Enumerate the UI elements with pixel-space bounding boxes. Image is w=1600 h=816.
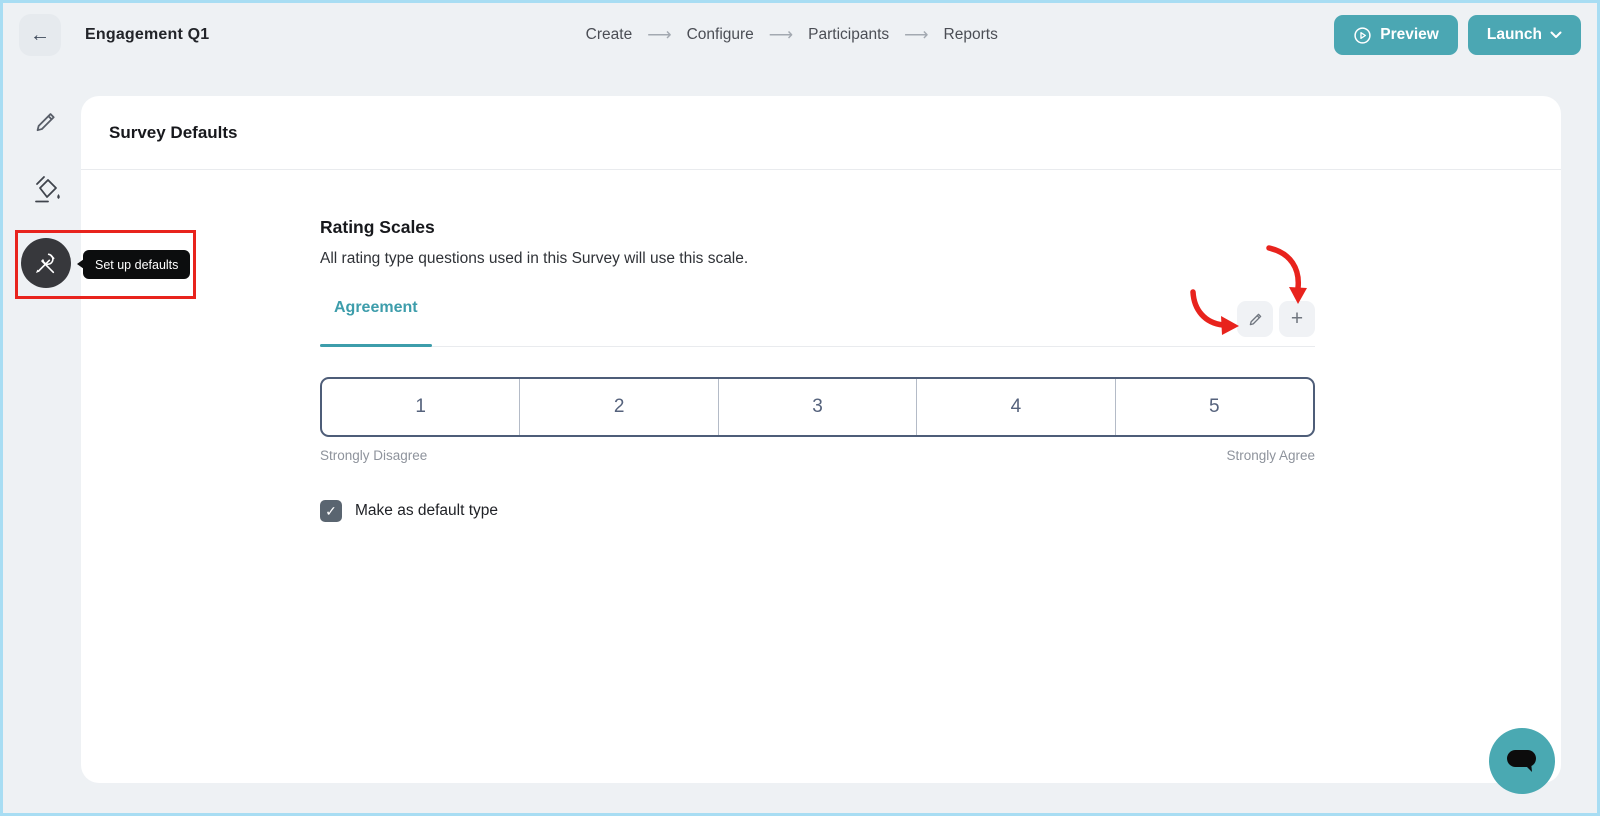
- scale-cell: 1: [322, 379, 520, 435]
- sidebar-item-theme[interactable]: [29, 172, 63, 206]
- stepper: Create ⟶ Configure ⟶ Participants ⟶ Repo…: [586, 3, 998, 67]
- edit-pencil-icon: [1246, 310, 1265, 329]
- tab-agreement-label: Agreement: [334, 299, 418, 316]
- rating-scales-title: Rating Scales: [320, 217, 1315, 238]
- scale-max-label: Strongly Agree: [1226, 448, 1315, 463]
- active-tab-underline: [320, 344, 432, 347]
- scale-cell: 4: [917, 379, 1115, 435]
- default-type-checkbox[interactable]: ✓ Make as default type: [320, 500, 1315, 522]
- step-configure[interactable]: Configure: [687, 26, 754, 44]
- checkbox-box[interactable]: ✓: [320, 500, 342, 522]
- back-button[interactable]: ←: [19, 14, 61, 56]
- rating-scales-section: Rating Scales All rating type questions …: [81, 170, 1315, 522]
- add-scale-button[interactable]: +: [1279, 301, 1315, 337]
- scale-actions: +: [1237, 301, 1315, 337]
- page-title: Engagement Q1: [85, 26, 209, 44]
- scale-min-label: Strongly Disagree: [320, 448, 427, 463]
- plus-icon: +: [1291, 307, 1303, 331]
- card-header: Survey Defaults: [81, 96, 1561, 170]
- rating-scale: 1 2 3 4 5: [320, 377, 1315, 437]
- fill-color-icon: [29, 172, 63, 206]
- scale-tabs: Agreement +: [320, 295, 1315, 347]
- step-reports[interactable]: Reports: [944, 26, 998, 44]
- play-icon: [1353, 26, 1372, 45]
- preview-button[interactable]: Preview: [1334, 15, 1458, 55]
- scale-labels: Strongly Disagree Strongly Agree: [320, 448, 1315, 463]
- scale-cell: 2: [520, 379, 718, 435]
- step-participants[interactable]: Participants: [808, 26, 889, 44]
- tooltip-label: Set up defaults: [95, 258, 178, 272]
- pencil-icon: [31, 106, 61, 136]
- launch-label: Launch: [1487, 26, 1542, 44]
- survey-defaults-title: Survey Defaults: [109, 123, 238, 143]
- edit-scale-button[interactable]: [1237, 301, 1273, 337]
- frame: { "topbar": { "title": "Engagement Q1", …: [0, 0, 1600, 816]
- checkbox-label: Make as default type: [355, 502, 498, 520]
- chevron-down-icon: [1550, 31, 1562, 39]
- step-arrow-icon: ⟶: [769, 25, 793, 45]
- main-card: Survey Defaults Rating Scales All rating…: [81, 96, 1561, 783]
- scale-cell: 3: [719, 379, 917, 435]
- preview-label: Preview: [1380, 26, 1439, 44]
- step-arrow-icon: ⟶: [904, 25, 928, 45]
- defaults-tooltip: Set up defaults: [83, 250, 190, 279]
- chat-launcher-button[interactable]: [1489, 728, 1555, 794]
- check-icon: ✓: [325, 503, 337, 520]
- rating-scales-description: All rating type questions used in this S…: [320, 250, 1315, 268]
- topbar-actions: Preview Launch: [1334, 15, 1581, 55]
- chat-bubble-icon: [1505, 747, 1539, 775]
- sidebar-item-edit[interactable]: [31, 106, 61, 136]
- back-arrow-icon: ←: [30, 24, 50, 47]
- step-create[interactable]: Create: [586, 26, 633, 44]
- launch-button[interactable]: Launch: [1468, 15, 1581, 55]
- sidebar-item-defaults[interactable]: [21, 238, 71, 288]
- topbar: ← Engagement Q1 Create ⟶ Configure ⟶ Par…: [3, 3, 1597, 67]
- scale-cell: 5: [1116, 379, 1313, 435]
- tab-agreement[interactable]: Agreement: [320, 299, 432, 347]
- tools-icon: [30, 247, 62, 279]
- step-arrow-icon: ⟶: [647, 25, 671, 45]
